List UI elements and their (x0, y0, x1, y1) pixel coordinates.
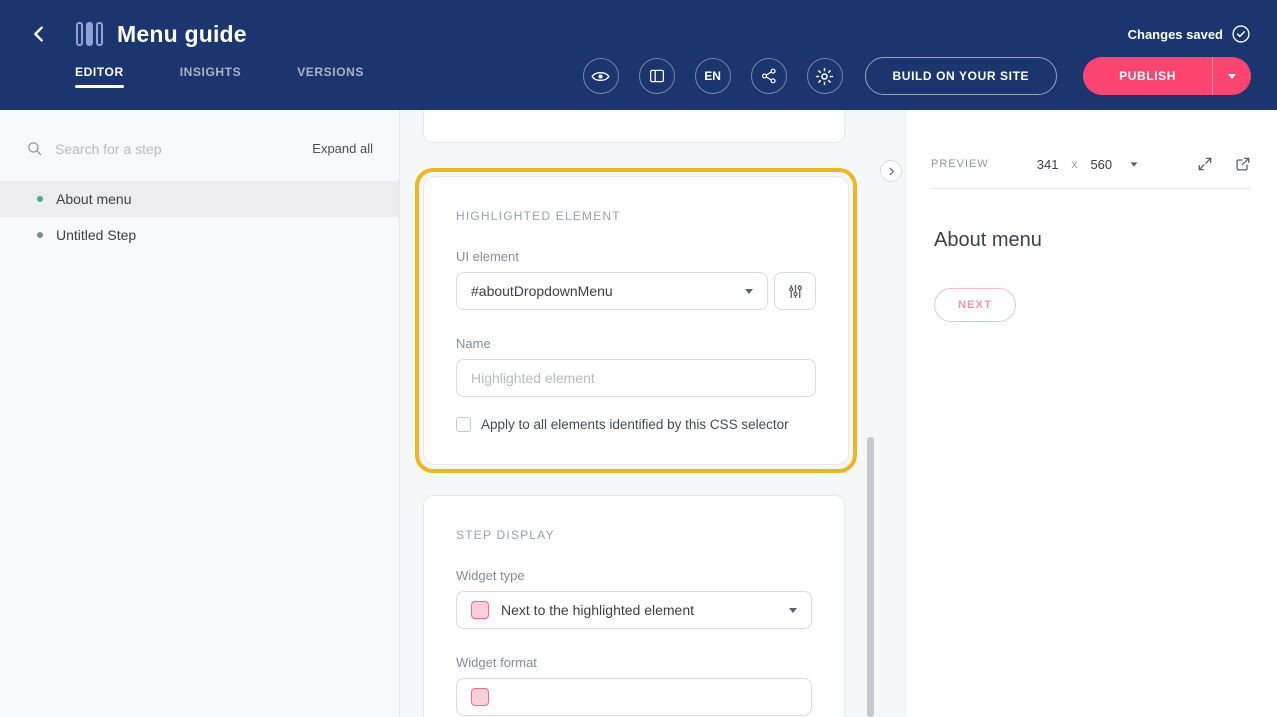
share-icon (760, 67, 778, 85)
chevron-down-icon (1228, 74, 1236, 79)
changes-saved-status: Changes saved (1128, 24, 1251, 44)
share-button[interactable] (751, 58, 787, 94)
apply-all-checkbox[interactable] (456, 417, 471, 432)
preview-step-title: About menu (934, 229, 1249, 252)
tab-insights[interactable]: INSIGHTS (180, 65, 241, 88)
editor-main: HIGHLIGHTED ELEMENT UI element #aboutDro… (400, 110, 905, 717)
preview-eye-button[interactable] (583, 58, 619, 94)
widget-type-value: Next to the highlighted element (501, 602, 694, 618)
apply-all-label: Apply to all elements identified by this… (481, 417, 789, 432)
expand-preview-button[interactable] (1197, 156, 1213, 172)
preview-width: 341 (1037, 157, 1059, 172)
language-button[interactable]: EN (695, 58, 731, 94)
open-in-new-tab-button[interactable] (1235, 156, 1251, 172)
page-title: Menu guide (117, 21, 247, 48)
steps-list: About menu Untitled Step (0, 181, 399, 253)
header-title-row: Menu guide Changes saved (0, 0, 1277, 54)
widget-format-select[interactable] (456, 678, 812, 716)
step-item-about-menu[interactable]: About menu (0, 181, 399, 217)
chevron-down-icon (1131, 162, 1138, 166)
sliders-icon (787, 283, 804, 300)
section-title: STEP DISPLAY (456, 528, 812, 542)
tab-versions[interactable]: VERSIONS (297, 65, 364, 88)
changes-saved-label: Changes saved (1128, 27, 1223, 42)
settings-button[interactable] (807, 58, 843, 94)
external-link-icon (1235, 156, 1251, 172)
preview-body: About menu NEXT (906, 189, 1277, 362)
step-display-card: STEP DISPLAY Widget type Next to the hig… (423, 495, 845, 717)
header-tabs: EDITOR INSIGHTS VERSIONS (75, 65, 364, 88)
ui-element-select[interactable]: #aboutDropdownMenu (456, 272, 768, 310)
section-title: HIGHLIGHTED ELEMENT (456, 209, 816, 223)
selector-settings-button[interactable] (774, 272, 816, 310)
ui-element-label: UI element (456, 249, 816, 264)
publish-dropdown-toggle[interactable] (1213, 74, 1251, 79)
editor-scrollbar[interactable] (867, 437, 874, 717)
collapse-preview-button[interactable] (880, 160, 902, 182)
widget-format-label: Widget format (456, 655, 812, 670)
preview-size-separator: x (1071, 157, 1077, 171)
layout-panel-button[interactable] (639, 58, 675, 94)
preview-label: PREVIEW (931, 158, 989, 170)
step-label: Untitled Step (56, 227, 136, 243)
language-label: EN (704, 69, 721, 83)
chevron-right-icon (886, 166, 897, 177)
tooltip-widget-icon (471, 688, 489, 706)
chevron-down-icon (745, 289, 753, 294)
highlighted-element-card: HIGHLIGHTED ELEMENT UI element #aboutDro… (423, 176, 849, 465)
header-tabs-row: EDITOR INSIGHTS VERSIONS (0, 54, 1277, 98)
header-actions: EN BUILD ON YOUR SITE PUBLISH (563, 57, 1251, 95)
layout-panel-icon (648, 67, 666, 85)
previous-card-partial (423, 110, 845, 143)
preview-panel: PREVIEW 341 x 560 About menu NEXT (905, 110, 1277, 717)
gear-icon (815, 67, 834, 86)
chevron-down-icon (789, 608, 797, 613)
back-button[interactable] (26, 21, 52, 47)
top-bar: Menu guide Changes saved EDITOR INSIGHTS… (0, 0, 1277, 110)
eye-icon (591, 67, 610, 86)
preview-height: 560 (1090, 157, 1112, 172)
apply-all-row: Apply to all elements identified by this… (456, 417, 816, 432)
publish-label: PUBLISH (1083, 69, 1212, 83)
step-status-dot (37, 232, 43, 238)
steps-sidebar: Expand all About menu Untitled Step (0, 110, 400, 717)
search-icon (26, 140, 43, 157)
widget-type-label: Widget type (456, 568, 812, 583)
tab-editor[interactable]: EDITOR (75, 65, 124, 88)
preview-header: PREVIEW 341 x 560 (931, 110, 1251, 189)
chevron-left-icon (28, 23, 50, 45)
tooltip-widget-icon (471, 601, 489, 619)
step-status-dot (37, 196, 43, 202)
highlighted-element-focus-ring: HIGHLIGHTED ELEMENT UI element #aboutDro… (415, 168, 857, 473)
preview-next-button[interactable]: NEXT (934, 288, 1016, 322)
check-circle-icon (1231, 24, 1251, 44)
expand-icon (1197, 156, 1213, 172)
step-search-row: Expand all (0, 110, 399, 173)
highlighted-element-name-input[interactable] (456, 359, 816, 397)
expand-all-link[interactable]: Expand all (312, 141, 373, 156)
name-label: Name (456, 336, 816, 351)
widget-type-select[interactable]: Next to the highlighted element (456, 591, 812, 629)
publish-button[interactable]: PUBLISH (1083, 57, 1251, 95)
search-step-input[interactable] (55, 141, 312, 157)
preview-size-select[interactable]: 341 x 560 (1037, 157, 1138, 172)
app-logo-icon (76, 22, 103, 46)
ui-element-value: #aboutDropdownMenu (471, 283, 613, 299)
step-item-untitled-step[interactable]: Untitled Step (0, 217, 399, 253)
build-on-your-site-button[interactable]: BUILD ON YOUR SITE (865, 57, 1058, 95)
step-label: About menu (56, 191, 132, 207)
